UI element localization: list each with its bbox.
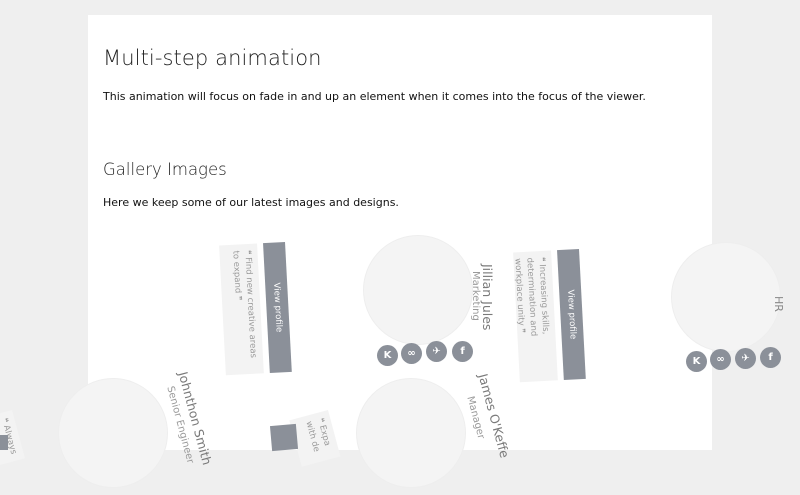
team-quote: ❝ Find new creative areas to expand ❞ — [219, 243, 264, 376]
kakao-icon[interactable]: K — [686, 351, 707, 372]
section-title-animation: Multi-step animation — [103, 46, 322, 70]
avatar — [363, 235, 473, 345]
quote-close-icon: ❞ — [516, 328, 527, 334]
link-icon[interactable]: ∞ — [710, 349, 731, 370]
section-title-gallery: Gallery Images — [103, 160, 227, 179]
view-profile-button[interactable] — [0, 435, 8, 450]
avatar — [671, 242, 781, 352]
facebook-icon[interactable]: f — [760, 347, 781, 368]
section-description-gallery: Here we keep some of our latest images a… — [103, 196, 399, 209]
team-quote: ❝ Increasing skills, determination and w… — [512, 250, 558, 383]
avatar — [58, 378, 168, 488]
view-profile-button[interactable] — [269, 423, 299, 452]
kakao-icon[interactable]: K — [377, 345, 398, 366]
quote-text: Increasing skills, determination and wor… — [512, 257, 551, 337]
avatar — [356, 378, 466, 488]
quote-open-icon: ❝ — [0, 417, 10, 425]
quote-text: Expa with de — [303, 420, 333, 454]
quote-open-icon: ❝ — [242, 249, 253, 255]
quote-open-icon: ❝ — [315, 417, 326, 425]
link-icon[interactable]: ∞ — [401, 343, 422, 364]
edge-label: HR — [772, 296, 785, 312]
quote-close-icon: ❞ — [232, 295, 243, 301]
quote-text: Find new creative areas to expand — [230, 250, 259, 359]
twitter-icon[interactable]: ✈ — [426, 341, 447, 362]
twitter-icon[interactable]: ✈ — [735, 348, 756, 369]
section-description-animation: This animation will focus on fade in and… — [103, 90, 646, 103]
quote-open-icon: ❝ — [536, 256, 547, 262]
